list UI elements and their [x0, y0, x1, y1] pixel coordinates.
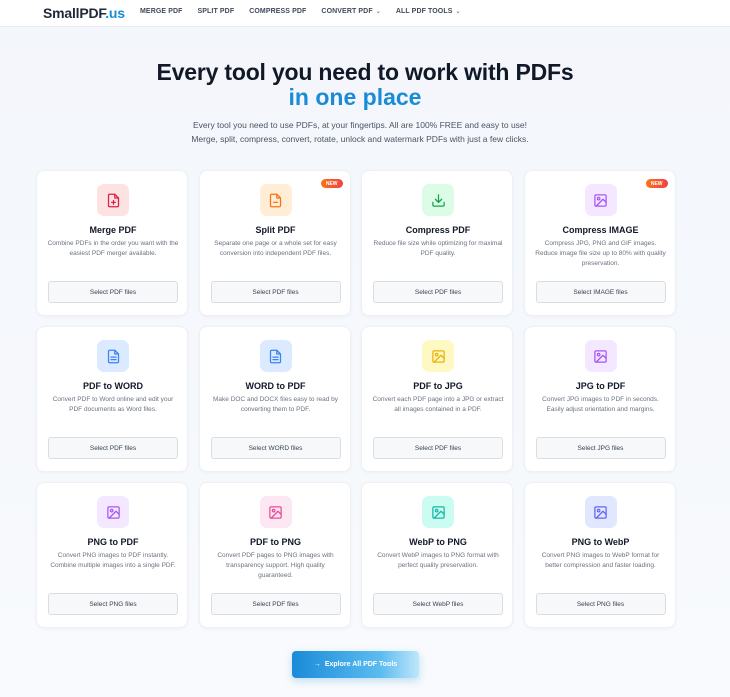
tool-title: Split PDF: [255, 225, 296, 235]
tool-card[interactable]: PNG to PDF Convert PNG images to PDF inst…: [36, 482, 188, 628]
tool-description: Combine PDFs in the order you want with …: [47, 240, 179, 257]
tool-description: Convert PNG images to WebP format for be…: [541, 552, 660, 569]
site-logo[interactable]: SmallPDF.us: [43, 5, 125, 21]
tool-title: WebP to PNG: [409, 537, 467, 547]
new-badge: NEW: [320, 179, 343, 188]
nav-link-label: MERGE PDF: [140, 8, 183, 15]
chevron-down-icon: ⌄: [375, 9, 381, 15]
tool-card[interactable]: WORD to PDF Make DOC and DOCX files easy …: [198, 326, 351, 472]
tool-card[interactable]: WebP to PNG Convert WebP images to PNG fo…: [361, 482, 513, 628]
image-icon: [259, 496, 292, 528]
tool-card[interactable]: Compress PDF Reduce file size while optim…: [361, 170, 513, 316]
file-minus-icon: [259, 184, 292, 216]
tool-title: PDF to PNG: [250, 537, 301, 547]
select-files-button[interactable]: Select PDF files: [210, 281, 341, 303]
new-badge: NEW: [645, 179, 668, 188]
tool-title: PNG to WebP: [571, 537, 630, 547]
tool-title: Compress PDF: [405, 225, 471, 235]
download-icon: [422, 184, 454, 216]
select-files-button[interactable]: Select WORD files: [210, 437, 341, 459]
tool-description: Separate one page or a whole set for eas…: [214, 240, 337, 257]
nav-convert-pdf-dropdown[interactable]: CONVERT PDF ⌄: [321, 8, 380, 15]
select-files-button[interactable]: Select PDF files: [373, 437, 503, 459]
chevron-down-icon: ⌄: [455, 9, 461, 15]
hero-title-highlight: in one place: [288, 84, 422, 110]
nav-link-label: COMPRESS PDF: [249, 8, 307, 15]
nav-link-label: ALL PDF TOOLS: [395, 8, 453, 15]
tool-card[interactable]: PDF to WORD Convert PDF to Word online an…: [36, 326, 188, 472]
nav-split-pdf[interactable]: SPLIT PDF: [198, 8, 235, 15]
document-icon: [259, 340, 292, 372]
select-files-button[interactable]: Select PDF files: [373, 281, 503, 303]
explore-all-tools-label: Explore All PDF Tools: [324, 661, 398, 668]
image-icon: [584, 496, 617, 528]
tool-title: Merge PDF: [89, 225, 137, 235]
tool-title: PNG to PDF: [87, 537, 139, 547]
arrow-right-icon: →: [313, 661, 321, 668]
select-files-button[interactable]: Select PDF files: [210, 593, 341, 615]
tool-card[interactable]: PNG to WebP Convert PNG images to WebP fo…: [523, 482, 676, 628]
tool-description: Make DOC and DOCX files easy to read by …: [213, 396, 338, 413]
tool-title: PDF to JPG: [413, 381, 463, 391]
image-icon: [584, 340, 617, 372]
tool-card[interactable]: NEW Split PDF Separate one page or a whole…: [198, 170, 351, 316]
image-icon: [97, 496, 129, 528]
tool-description: Compress JPG, PNG and GIF images. Reduce…: [535, 240, 666, 267]
image-icon: [584, 184, 617, 216]
tool-description: Convert JPG images to PDF in seconds. Ea…: [542, 396, 659, 413]
nav-compress-pdf[interactable]: COMPRESS PDF: [249, 8, 306, 15]
tool-card[interactable]: Merge PDF Combine PDFs in the order you w…: [36, 170, 188, 316]
document-icon: [97, 340, 129, 372]
hero-title: Every tool you need to work with PDFs: [156, 59, 574, 85]
explore-all-tools-button[interactable]: → Explore All PDF Tools: [292, 651, 419, 678]
tool-description: Convert PNG images to PDF instantly. Com…: [50, 552, 176, 569]
tool-card[interactable]: PDF to JPG Convert each PDF page into a J…: [361, 326, 513, 472]
tool-title: PDF to WORD: [83, 381, 143, 391]
image-icon: [422, 340, 454, 372]
tool-title: WORD to PDF: [245, 381, 306, 391]
tool-title: JPG to PDF: [575, 381, 626, 391]
select-files-button[interactable]: Select JPG files: [535, 437, 666, 459]
tool-description: Convert each PDF page into a JPG or extr…: [372, 396, 504, 413]
select-files-button[interactable]: Select WebP files: [373, 593, 503, 615]
tool-title: Compress IMAGE: [562, 225, 639, 235]
logo-text: SmallPDF: [43, 5, 106, 21]
select-files-button[interactable]: Select PDF files: [48, 281, 178, 303]
tool-description: Convert PDF to Word online and edit your…: [52, 396, 174, 413]
tool-description: Convert WebP images to PNG format with p…: [377, 552, 499, 569]
hero-subtitle: Every tool you need to use PDFs, at your…: [0, 118, 720, 146]
tool-description: Convert PDF pages to PNG images with tra…: [217, 552, 334, 579]
tool-card[interactable]: JPG to PDF Convert JPG images to PDF in s…: [523, 326, 676, 472]
nav-link-label: SPLIT PDF: [197, 8, 235, 15]
select-files-button[interactable]: Select PDF files: [48, 437, 178, 459]
top-navbar: SmallPDF.us MERGE PDF SPLIT PDF COMPRESS…: [0, 0, 730, 27]
tool-card[interactable]: NEW Compress IMAGE Compress JPG, PNG and G…: [523, 170, 676, 316]
image-icon: [422, 496, 454, 528]
file-plus-icon: [97, 184, 129, 216]
select-files-button[interactable]: Select PNG files: [48, 593, 178, 615]
nav-link-label: CONVERT PDF: [321, 8, 373, 15]
tool-card[interactable]: PDF to PNG Convert PDF pages to PNG image…: [198, 482, 351, 628]
nav-all-pdf-tools-dropdown[interactable]: ALL PDF TOOLS ⌄: [396, 8, 461, 15]
tool-description: Reduce file size while optimizing for ma…: [373, 240, 503, 257]
nav-links: MERGE PDF SPLIT PDF COMPRESS PDF CONVERT…: [140, 8, 476, 15]
select-files-button[interactable]: Select PNG files: [535, 593, 666, 615]
logo-suffix: .us: [105, 5, 125, 21]
select-files-button[interactable]: Select IMAGE files: [535, 281, 666, 303]
hero-subtitle-line1: Every tool you need to use PDFs, at your…: [192, 120, 528, 130]
nav-merge-pdf[interactable]: MERGE PDF: [140, 8, 183, 15]
tools-grid: Merge PDF Combine PDFs in the order you w…: [36, 170, 676, 628]
hero-subtitle-line2: Merge, split, compress, convert, rotate,…: [191, 134, 529, 144]
